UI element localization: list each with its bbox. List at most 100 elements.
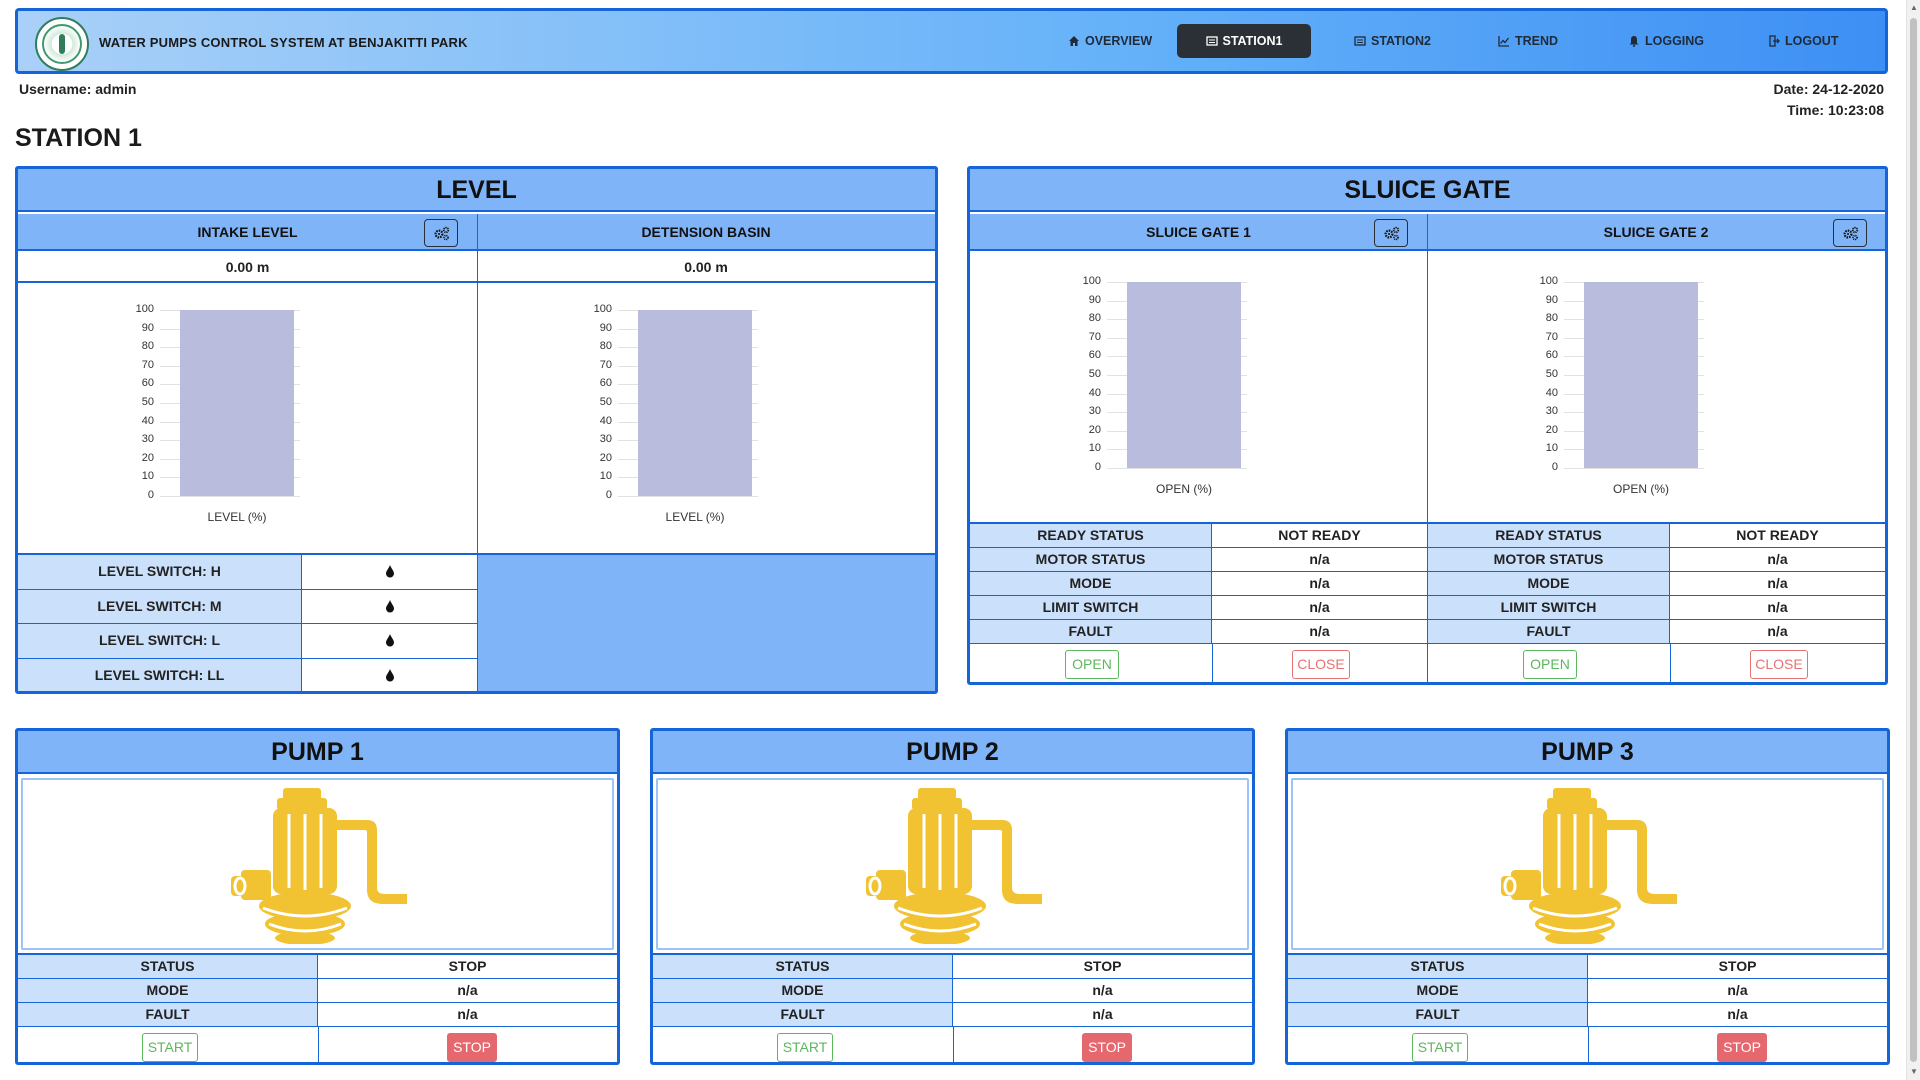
sluice-gate-2-open-button[interactable]: OPEN xyxy=(1523,650,1577,679)
gate-row-value: n/a xyxy=(1212,572,1427,596)
x-axis-label: OPEN (%) xyxy=(1155,482,1212,496)
y-tick-label: 20 xyxy=(1545,423,1558,436)
pump-start-button[interactable]: START xyxy=(142,1033,198,1062)
intake-level-title: INTAKE LEVEL xyxy=(197,224,298,240)
pump-stop-button[interactable]: STOP xyxy=(447,1033,497,1062)
pump-row-key: STATUS xyxy=(18,955,318,979)
y-tick-label: 0 xyxy=(1094,461,1101,473)
y-tick-label: 70 xyxy=(599,358,612,371)
y-tick-label: 80 xyxy=(599,340,612,353)
y-tick-label: 90 xyxy=(1545,293,1558,306)
sluice-gate-2-title: SLUICE GATE 2 xyxy=(1603,224,1709,240)
pump-icon xyxy=(866,788,1044,945)
gridline xyxy=(1564,468,1704,469)
table-row: MODE n/a xyxy=(18,979,617,1003)
pump-image-box xyxy=(21,778,614,950)
drop-icon xyxy=(385,668,394,682)
level-switch-label: LEVEL SWITCH: H xyxy=(18,555,302,590)
scrollbar-thumb[interactable] xyxy=(1910,18,1917,1062)
nav-station1[interactable]: STATION1 xyxy=(1177,24,1311,58)
table-row: FAULT n/a xyxy=(653,1003,1252,1027)
y-tick-label: 10 xyxy=(599,470,612,483)
sluice-btn-divider xyxy=(1670,644,1671,682)
y-tick-label: 30 xyxy=(599,433,612,446)
pump-stop-button[interactable]: STOP xyxy=(1717,1033,1767,1062)
gate-row-value: NOT READY xyxy=(1212,524,1427,548)
chart-bar xyxy=(1584,282,1698,468)
gate-row-key: MODE xyxy=(1428,572,1670,596)
drop-icon xyxy=(385,565,394,578)
list-icon xyxy=(1354,36,1366,46)
sluice-gate-1-settings-button[interactable] xyxy=(1374,219,1408,247)
table-row: MOTOR STATUS n/a xyxy=(970,548,1427,572)
level-switch-row: LEVEL SWITCH: M xyxy=(18,589,477,624)
y-tick-label: 60 xyxy=(599,377,612,390)
pump-icon xyxy=(1501,788,1679,945)
level-switch-label: LEVEL SWITCH: M xyxy=(18,589,302,624)
y-tick-label: 40 xyxy=(141,414,154,427)
intake-settings-button[interactable] xyxy=(424,219,458,247)
y-tick-label: 0 xyxy=(605,489,612,501)
scroll-down-icon[interactable]: ▼ xyxy=(1907,1064,1920,1080)
logout-icon xyxy=(1769,35,1780,47)
gate-row-value: n/a xyxy=(1212,596,1427,620)
level-switch-label: LEVEL SWITCH: LL xyxy=(18,658,302,691)
pump-row-key: FAULT xyxy=(18,1003,318,1027)
y-tick-label: 50 xyxy=(1545,368,1558,380)
pump-title: PUMP 1 xyxy=(18,731,617,774)
pump-start-button[interactable]: START xyxy=(1412,1033,1468,1062)
gridline xyxy=(1107,468,1247,469)
pump-start-button[interactable]: START xyxy=(777,1033,833,1062)
sluice-gate-2-settings-button[interactable] xyxy=(1833,219,1867,247)
gate-row-value: NOT READY xyxy=(1670,524,1885,548)
level-switch-row: LEVEL SWITCH: LL xyxy=(18,658,477,691)
y-tick-label: 80 xyxy=(141,340,154,353)
gears-icon xyxy=(1843,226,1859,241)
nav-logout[interactable]: LOGOUT xyxy=(1758,24,1848,58)
y-tick-label: 70 xyxy=(1545,330,1558,343)
y-tick-label: 70 xyxy=(141,358,154,371)
nav-logging[interactable]: LOGGING xyxy=(1618,24,1714,58)
level-switch-indicator xyxy=(302,589,477,624)
line-chart-icon xyxy=(1498,36,1510,47)
gate-row-value: n/a xyxy=(1670,596,1885,620)
gate-row-value: n/a xyxy=(1212,620,1427,644)
pump-row-value: STOP xyxy=(1588,955,1887,979)
sluice-gate-1-close-button[interactable]: CLOSE xyxy=(1292,650,1350,679)
gridline xyxy=(160,496,300,497)
date-label: Date: 24-12-2020 xyxy=(1773,81,1884,97)
y-tick-label: 0 xyxy=(147,489,154,501)
level-switch-label: LEVEL SWITCH: L xyxy=(18,624,302,659)
table-row: FAULT n/a xyxy=(18,1003,617,1027)
nav-overview[interactable]: OVERVIEW xyxy=(1058,24,1162,58)
y-tick-label: 30 xyxy=(1088,405,1101,418)
gate-row-key: READY STATUS xyxy=(1428,524,1670,548)
sluice-gate-2-chart: 0 10 20 30 40 50 60 70 80 90 100 OPEN (%) xyxy=(1532,275,1772,496)
nav-station2[interactable]: STATION2 xyxy=(1344,24,1441,58)
table-row: FAULT n/a xyxy=(1428,620,1885,644)
scroll-up-icon[interactable]: ▲ xyxy=(1907,0,1920,16)
top-navbar: WATER PUMPS CONTROL SYSTEM AT BENJAKITTI… xyxy=(15,8,1888,74)
gate-row-value: n/a xyxy=(1212,548,1427,572)
table-row: LIMIT SWITCH n/a xyxy=(1428,596,1885,620)
pump-stop-button[interactable]: STOP xyxy=(1082,1033,1132,1062)
nav-logout-label: LOGOUT xyxy=(1785,34,1839,48)
sluice-gate-1-open-button[interactable]: OPEN xyxy=(1065,650,1119,679)
table-row: MODE n/a xyxy=(653,979,1252,1003)
gate-row-key: FAULT xyxy=(1428,620,1670,644)
pump-btn-divider xyxy=(318,1027,319,1062)
table-row: MODE n/a xyxy=(1288,979,1887,1003)
app-title: WATER PUMPS CONTROL SYSTEM AT BENJAKITTI… xyxy=(99,35,468,50)
sluice-gate-2-close-button[interactable]: CLOSE xyxy=(1750,650,1808,679)
y-tick-label: 10 xyxy=(141,470,154,483)
pump-row-key: STATUS xyxy=(653,955,953,979)
nav-trend[interactable]: TREND xyxy=(1488,24,1568,58)
vertical-scrollbar[interactable]: ▲ ▼ xyxy=(1906,0,1920,1080)
home-icon xyxy=(1069,36,1079,46)
sluice-gate-1-title: SLUICE GATE 1 xyxy=(1146,224,1251,240)
y-tick-label: 80 xyxy=(1088,312,1101,325)
table-row: READY STATUS NOT READY xyxy=(1428,524,1885,548)
pump-3-panel: PUMP 3 STATUS STOP MODE n/a FAULT n/a START STOP xyxy=(1285,728,1890,1065)
pump-image-box xyxy=(656,778,1249,950)
level-switch-row: LEVEL SWITCH: L xyxy=(18,624,477,659)
